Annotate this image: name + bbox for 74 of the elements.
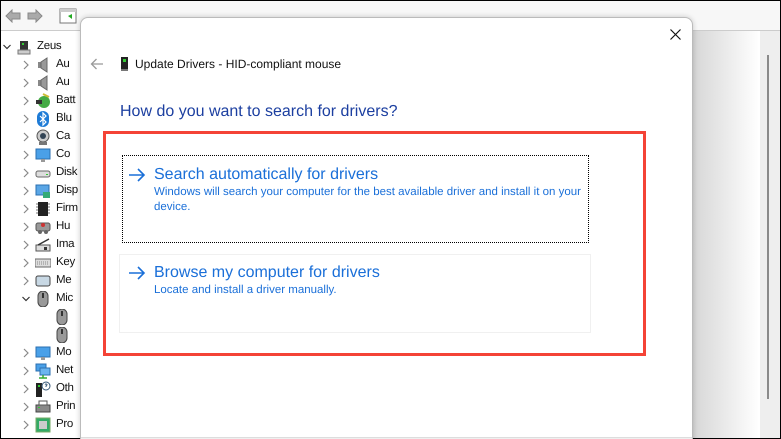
mouse-icon — [54, 309, 70, 325]
expand-icon[interactable] — [22, 60, 30, 70]
mouse-icon — [54, 327, 70, 343]
expand-icon[interactable] — [22, 186, 30, 196]
option-button[interactable]: Search automatically for drivers Windows will search your computer for the best available driver and install it on your device. — [122, 155, 589, 243]
tree-item[interactable]: Disp — [56, 182, 78, 200]
tree-item[interactable]: Batt — [56, 92, 76, 110]
expand-icon[interactable] — [22, 420, 30, 430]
back-icon[interactable] — [5, 8, 21, 22]
processor-icon — [35, 417, 51, 433]
expand-icon[interactable] — [22, 150, 30, 160]
tree-item[interactable]: Mo — [56, 344, 72, 362]
unknown-device-icon — [35, 381, 51, 397]
dialog-title: Update Drivers - HID-compliant mouse — [135, 56, 342, 73]
mouse-icon — [35, 291, 51, 307]
device-icon — [121, 57, 128, 71]
tree-item[interactable]: Zeus — [37, 38, 62, 56]
webcam-icon — [35, 129, 51, 145]
tree-item[interactable]: Net — [56, 362, 73, 380]
scanner-icon — [35, 237, 51, 253]
properties-icon[interactable] — [59, 8, 77, 24]
printer-icon — [35, 399, 51, 415]
expand-icon[interactable] — [22, 276, 30, 286]
expand-icon[interactable] — [22, 114, 30, 124]
forward-icon[interactable] — [27, 8, 43, 22]
tree-item[interactable]: Pro — [56, 416, 73, 434]
bluetooth-icon — [35, 111, 51, 127]
expand-icon[interactable] — [22, 132, 30, 142]
option-description: Locate and install a driver manually. — [154, 283, 338, 298]
option-button[interactable]: Browse my computer for drivers Locate and install a driver manually. — [119, 254, 591, 333]
battery-icon — [35, 93, 51, 109]
dialog-heading: How do you want to search for drivers? — [120, 102, 398, 122]
expand-icon[interactable] — [22, 222, 30, 232]
tree-item[interactable]: Ca — [56, 128, 70, 146]
computer-icon — [16, 39, 32, 55]
option-title: Browse my computer for drivers — [154, 263, 381, 283]
tree-item[interactable]: Disk — [56, 164, 78, 182]
network-icon — [35, 363, 51, 379]
tree-item[interactable]: Key — [56, 254, 75, 272]
option-title: Search automatically for drivers — [154, 165, 380, 185]
expand-icon[interactable] — [22, 366, 30, 376]
memory-device-icon — [35, 273, 51, 289]
expand-icon[interactable] — [22, 348, 30, 358]
tree-item[interactable]: Prin — [56, 398, 76, 416]
back-arrow-icon[interactable] — [90, 58, 104, 70]
expand-icon[interactable] — [22, 78, 30, 88]
chip-icon — [35, 201, 51, 217]
collapse-icon[interactable] — [22, 294, 30, 304]
tree-item[interactable]: Co — [56, 146, 70, 164]
tree-item[interactable]: Hu — [56, 218, 70, 236]
tree-item[interactable]: Au — [56, 56, 70, 74]
close-icon — [670, 28, 680, 40]
expand-icon[interactable] — [22, 240, 30, 250]
tree-item[interactable]: Firm — [56, 200, 78, 218]
arrow-icon — [128, 266, 146, 280]
expand-icon[interactable] — [22, 258, 30, 268]
expand-icon[interactable] — [22, 168, 30, 178]
tree-item[interactable]: Blu — [56, 110, 72, 128]
tree-item[interactable]: Ima — [56, 236, 74, 254]
monitor-icon — [35, 147, 51, 163]
collapse-icon[interactable] — [3, 42, 11, 52]
tree-item[interactable]: Me — [56, 272, 72, 290]
expand-icon[interactable] — [22, 204, 30, 214]
expand-icon[interactable] — [22, 384, 30, 394]
display-adapter-icon — [35, 183, 51, 199]
tree-item[interactable]: Au — [56, 74, 70, 92]
tree-item[interactable]: Mic — [56, 290, 73, 308]
arrow-icon — [128, 168, 146, 182]
monitor-icon — [35, 345, 51, 361]
tree-item[interactable]: Oth — [56, 380, 74, 398]
scrollbar[interactable] — [767, 55, 769, 399]
expand-icon[interactable] — [22, 402, 30, 412]
option-description: Windows will search your computer for the best available driver and install it on your device. — [154, 185, 582, 215]
expand-icon[interactable] — [22, 96, 30, 106]
